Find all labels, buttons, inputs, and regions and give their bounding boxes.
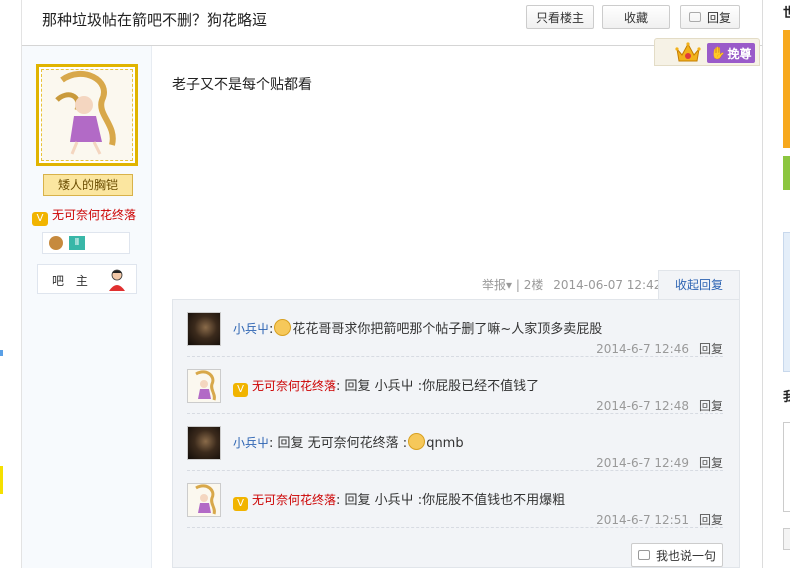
reply-avatar[interactable] <box>187 369 221 403</box>
reply-footer: 2014-6-7 12:51 回复 <box>596 511 723 528</box>
only-louzhu-button[interactable]: 只看楼主 <box>526 5 594 29</box>
reply-body: 小兵屮: 回复 无可奈何花终落 : qnmb <box>233 432 464 451</box>
author-name-tag[interactable]: 矮人的胸铠 <box>43 174 133 196</box>
reply-avatar[interactable] <box>187 312 221 346</box>
reply-body: V 无可奈何花终落: 回复 小兵屮 :你屁股已经不值钱了 <box>233 375 539 397</box>
speech-bubble-icon <box>688 12 701 22</box>
reply-text: qnmb <box>426 436 464 451</box>
emoji-icon <box>408 433 426 450</box>
reply-thread: 小兵屮: 花花哥哥求你把箭吧那个帖子删了嘛~人家顶多卖屁股 2014-6-7 12… <box>172 299 740 568</box>
say-something-button[interactable]: 我也说一句 <box>631 543 723 567</box>
reply-text: 花花哥哥求你把箭吧那个帖子删了嘛~人家顶多卖屁股 <box>292 322 603 337</box>
bazhu-label: 吧 主 <box>52 274 92 288</box>
reply-time: 2014-6-7 12:48 <box>596 399 689 413</box>
edge-accent-yellow <box>0 466 3 494</box>
fold-replies-link[interactable]: 收起回复 <box>658 270 740 300</box>
post-content: 老子又不是每个贴都看 <box>172 77 312 93</box>
reply-prefix: 回复 无可奈何花终落 : <box>277 436 408 451</box>
reply-link[interactable]: 回复 <box>699 456 723 470</box>
report-link[interactable]: 举报▾ <box>482 278 512 292</box>
level-icon[interactable]: Ⅱ <box>69 236 85 250</box>
reply-link[interactable]: 回复 <box>699 513 723 527</box>
medal-icon[interactable] <box>49 236 63 250</box>
post-meta: 举报▾ | 2楼 2014-06-07 12:42 <box>482 276 661 293</box>
floor-number: 2楼 <box>523 278 544 292</box>
reply-link[interactable]: 回复 <box>699 342 723 356</box>
reply-footer: 2014-6-7 12:46 回复 <box>596 340 723 357</box>
crown-icon <box>675 42 701 62</box>
avatar-illustration <box>55 71 116 155</box>
thread-header: 那种垃圾帖在箭吧不删？狗花略逗 只看楼主 收藏 回复 <box>22 0 762 46</box>
reply-button-label: 回复 <box>706 10 731 25</box>
vip-icon: V <box>32 212 48 226</box>
reply-item: V 无可奈何花终落: 回复 小兵屮 :你屁股不值钱也不用爆粗 2014-6-7 1… <box>187 471 723 528</box>
sidebar-box <box>783 422 790 512</box>
reply-username[interactable]: 小兵屮 <box>233 322 269 336</box>
author-vip-name[interactable]: V 无可奈何花终落 <box>32 206 152 226</box>
edge-accent-blue <box>0 350 3 356</box>
tiebei-badge: ✋ 挽尊 <box>654 38 760 66</box>
avatar-image <box>41 69 133 161</box>
sidebar-box <box>783 528 790 550</box>
reply-time: 2014-6-7 12:51 <box>596 513 689 527</box>
tiebei-button[interactable]: ✋ 挽尊 <box>707 43 755 63</box>
sidebar-heading: 世 <box>783 6 790 21</box>
bazhu-badge[interactable]: 吧 主 <box>37 264 137 294</box>
meta-separator: | <box>515 278 520 292</box>
thread-title: 那种垃圾帖在箭吧不删？狗花略逗 <box>42 11 268 29</box>
vip-icon: V <box>233 497 248 511</box>
author-badges: Ⅱ <box>42 232 130 254</box>
tiebei-label: 挽尊 <box>727 46 752 61</box>
reply-footer: 2014-6-7 12:49 回复 <box>596 454 723 471</box>
left-page-edge <box>0 0 22 568</box>
reply-username[interactable]: 无可奈何花终落 <box>252 493 336 507</box>
sidebar-block-orange[interactable] <box>783 30 790 148</box>
reply-link[interactable]: 回复 <box>699 399 723 413</box>
hand-icon: ✋ <box>710 46 726 60</box>
reply-button[interactable]: 回复 <box>680 5 740 29</box>
reply-text: 回复 小兵屮 :你屁股不值钱也不用爆粗 <box>344 493 566 508</box>
reply-time: 2014-6-7 12:46 <box>596 342 689 356</box>
reply-username[interactable]: 小兵屮 <box>233 436 269 450</box>
author-column: 矮人的胸铠 V 无可奈何花终落 Ⅱ 吧 主 <box>22 46 152 568</box>
reply-username[interactable]: 无可奈何花终落 <box>252 379 336 393</box>
reply-body: V 无可奈何花终落: 回复 小兵屮 :你屁股不值钱也不用爆粗 <box>233 489 565 511</box>
reply-body: 小兵屮: 花花哥哥求你把箭吧那个帖子删了嘛~人家顶多卖屁股 <box>233 318 602 337</box>
person-icon <box>109 269 125 291</box>
author-avatar[interactable] <box>36 64 138 166</box>
sidebar-block-blue[interactable] <box>783 232 790 372</box>
reply-avatar[interactable] <box>187 483 221 517</box>
reply-footer: 2014-6-7 12:48 回复 <box>596 397 723 414</box>
post-time: 2014-06-07 12:42 <box>553 278 662 292</box>
reply-avatar[interactable] <box>187 426 221 460</box>
vip-icon: V <box>233 383 248 397</box>
avatar-thumb <box>195 370 216 401</box>
avatar-thumb <box>195 484 216 515</box>
reply-item: 小兵屮: 回复 无可奈何花终落 : qnmb 2014-6-7 12:49 回复 <box>187 414 723 471</box>
reply-time: 2014-6-7 12:49 <box>596 456 689 470</box>
author-name: 无可奈何花终落 <box>52 208 137 222</box>
reply-text: 回复 小兵屮 :你屁股已经不值钱了 <box>344 379 540 394</box>
speech-bubble-icon <box>637 550 650 560</box>
sidebar-heading: 我 <box>783 390 790 405</box>
emoji-icon <box>274 319 292 336</box>
reply-item: 小兵屮: 花花哥哥求你把箭吧那个帖子删了嘛~人家顶多卖屁股 2014-6-7 12… <box>187 300 723 357</box>
reply-item: V 无可奈何花终落: 回复 小兵屮 :你屁股已经不值钱了 2014-6-7 12:… <box>187 357 723 414</box>
right-sidebar: 世 我 <box>762 0 790 568</box>
favorite-button[interactable]: 收藏 <box>602 5 670 29</box>
post-panel: 那种垃圾帖在箭吧不删？狗花略逗 只看楼主 收藏 回复 ✋ 挽尊 矮人的胸铠 V … <box>22 0 762 568</box>
say-something-label: 我也说一句 <box>655 548 716 563</box>
sidebar-block-green[interactable] <box>783 156 790 190</box>
